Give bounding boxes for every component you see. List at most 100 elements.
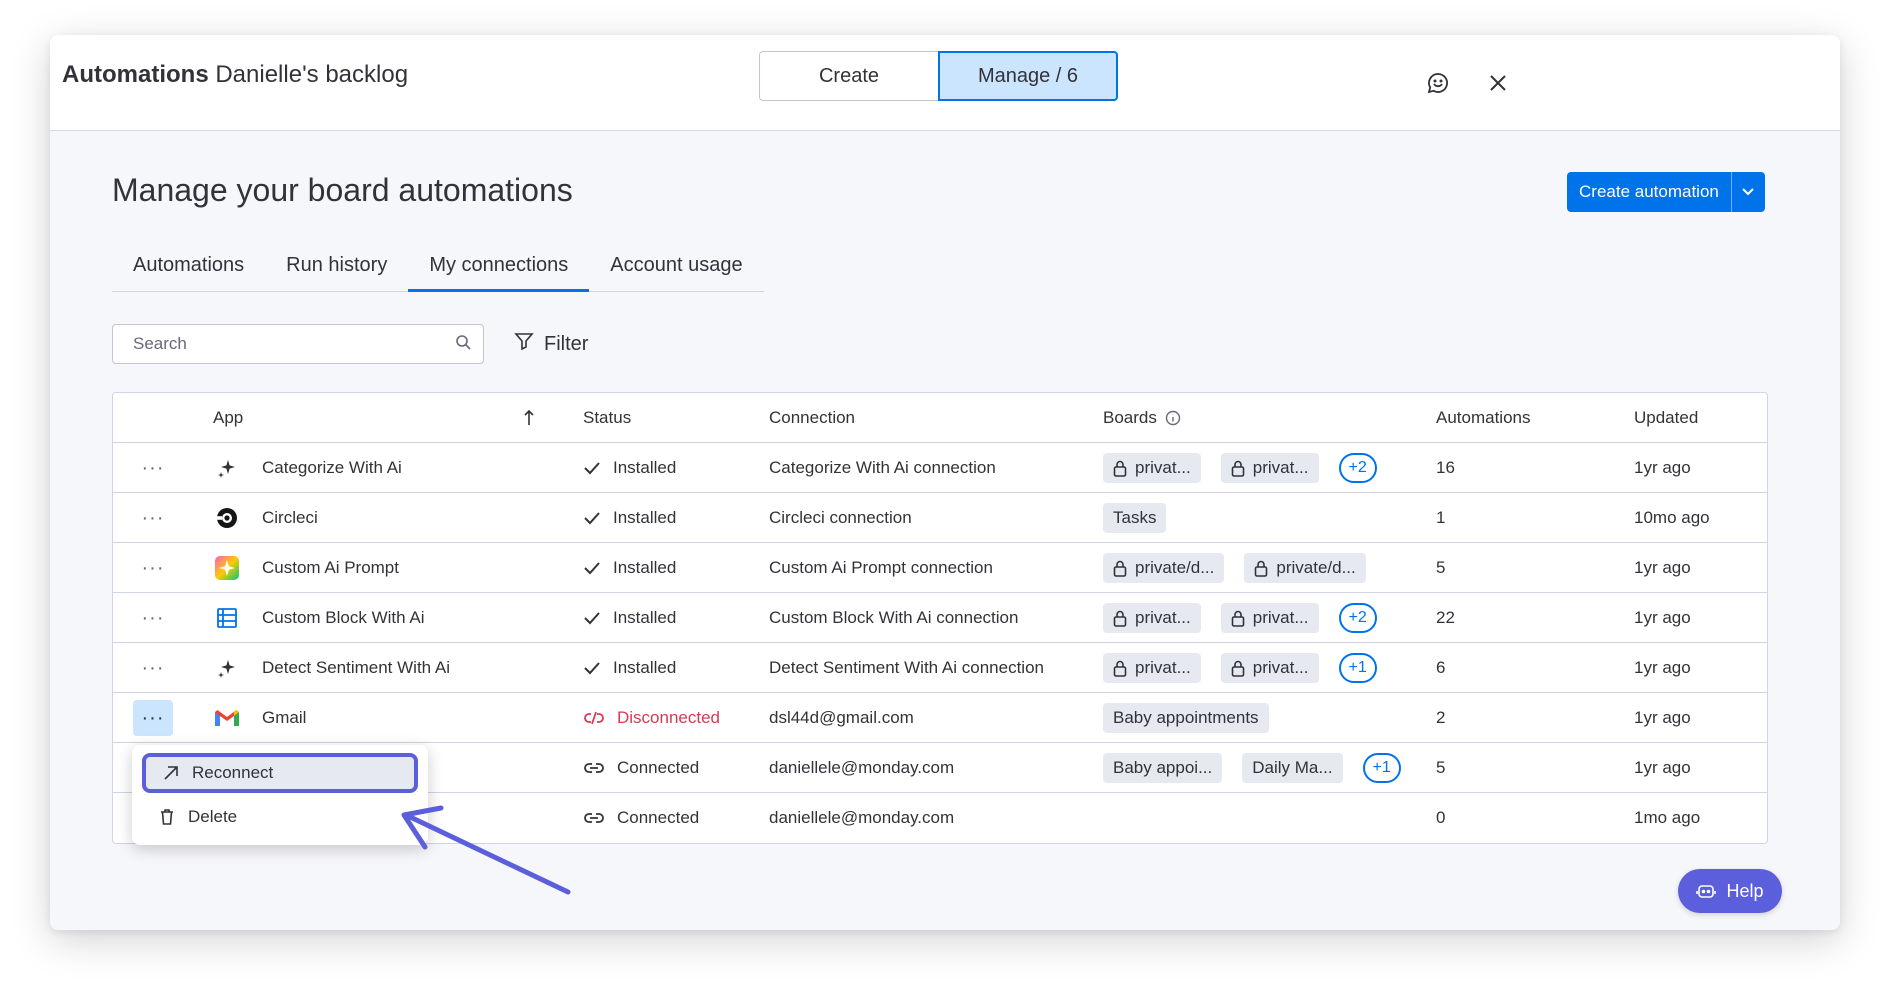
connection-name: Custom Block With Ai connection [769, 608, 1019, 627]
board-chip[interactable]: Baby appointments [1103, 703, 1269, 733]
delete-menu-item[interactable]: Delete [142, 797, 418, 837]
app-name: Gmail [262, 708, 307, 727]
column-status[interactable]: Status [583, 393, 631, 443]
more-boards-badge[interactable]: +1 [1362, 753, 1401, 783]
table-row[interactable]: ··· Gmail Disconnected dsl44d@gmail.com Baby… [113, 693, 1767, 743]
reconnect-label: Reconnect [192, 763, 274, 782]
search-box [112, 324, 484, 364]
sort-arrow-icon[interactable] [523, 393, 535, 443]
status-text: Connected [617, 758, 700, 777]
page-title: Manage your board automations [112, 172, 573, 208]
manage-mode-button[interactable]: Manage / 6 [938, 51, 1118, 101]
board-chip-label: Tasks [1113, 508, 1157, 527]
connection-name: Categorize With Ai connection [769, 458, 996, 477]
link-icon [584, 813, 604, 823]
automations-count: 5 [1436, 558, 1446, 577]
create-mode-button[interactable]: Create [759, 51, 939, 101]
column-automations[interactable]: Automations [1436, 393, 1531, 443]
column-connection[interactable]: Connection [769, 393, 855, 443]
automations-count: 16 [1436, 458, 1455, 477]
gmail-icon [213, 693, 241, 743]
board-chip-label: privat... [1252, 658, 1309, 677]
board-chip[interactable]: Baby appoi... [1103, 753, 1223, 783]
sparkle-icon [213, 643, 241, 693]
delete-label: Delete [188, 807, 238, 826]
row-actions-button[interactable]: ··· [133, 593, 173, 643]
row-actions-button[interactable]: ··· [133, 700, 173, 736]
connection-name: daniellele@monday.com [769, 808, 955, 827]
board-chip[interactable]: private/d... [1103, 553, 1225, 583]
row-actions-button[interactable]: ··· [133, 643, 173, 693]
more-boards-badge[interactable]: +2 [1338, 603, 1377, 633]
table-row[interactable]: ··· Circleci Installed Circleci connection T… [113, 493, 1767, 543]
create-automation-label[interactable]: Create automation [1567, 172, 1732, 212]
link-icon [584, 763, 604, 773]
board-chip[interactable]: privat... [1103, 453, 1201, 483]
boards-cell: privat... privat... +1 [1103, 643, 1377, 693]
boards-cell: Tasks [1103, 493, 1167, 543]
boards-cell: Baby appointments [1103, 693, 1269, 743]
column-app[interactable]: App [213, 393, 243, 443]
more-boards-badge[interactable]: +1 [1338, 653, 1377, 683]
column-updated[interactable]: Updated [1634, 393, 1698, 443]
updated-time: 1yr ago [1634, 558, 1691, 577]
row-actions-button[interactable]: ··· [133, 543, 173, 593]
automations-count: 0 [1436, 808, 1446, 827]
automations-count: 5 [1436, 758, 1446, 777]
help-button[interactable]: Help [1678, 869, 1782, 913]
status-cell: Installed [583, 493, 676, 543]
connection-name: Circleci connection [769, 508, 912, 527]
row-actions-button[interactable]: ··· [133, 443, 173, 493]
reconnect-menu-item[interactable]: Reconnect [142, 753, 418, 793]
board-chip[interactable]: privat... [1220, 653, 1319, 683]
column-boards[interactable]: Boards [1103, 393, 1181, 443]
table-row[interactable]: ··· Categorize With Ai Installed Categorize… [113, 443, 1767, 493]
search-icon[interactable] [455, 334, 471, 355]
search-input[interactable] [133, 334, 455, 354]
tabs: Automations Run history My connections A… [112, 250, 764, 292]
create-automation-button[interactable]: Create automation [1567, 172, 1765, 212]
lock-icon [1113, 610, 1127, 627]
status-cell: Connected [583, 793, 699, 843]
help-label: Help [1726, 880, 1764, 901]
row-actions-button[interactable]: ··· [133, 493, 173, 543]
board-chip[interactable]: privat... [1220, 603, 1319, 633]
app-name: Custom Block With Ai [262, 608, 425, 627]
updated-time: 1yr ago [1634, 708, 1691, 727]
close-icon[interactable] [1478, 63, 1518, 103]
board-chip[interactable]: private/d... [1244, 553, 1366, 583]
lock-icon [1113, 560, 1127, 577]
connection-name: Custom Ai Prompt connection [769, 558, 993, 577]
board-chip[interactable]: Daily Ma... [1242, 753, 1343, 783]
board-chip[interactable]: privat... [1103, 603, 1201, 633]
tab-account-usage[interactable]: Account usage [589, 250, 763, 292]
board-name: Danielle's backlog [215, 61, 409, 88]
feedback-icon[interactable] [1418, 63, 1458, 103]
tab-automations[interactable]: Automations [112, 250, 265, 292]
automations-count: 2 [1436, 708, 1446, 727]
automations-count: 6 [1436, 658, 1446, 677]
board-chip[interactable]: privat... [1220, 453, 1319, 483]
status-cell: Installed [583, 593, 676, 643]
status-text: Installed [613, 658, 677, 677]
more-boards-badge[interactable]: +2 [1338, 453, 1377, 483]
table-row[interactable]: ··· Custom Ai Prompt Installed Custom Ai Pr… [113, 543, 1767, 593]
arrow-up-right-icon [164, 766, 178, 780]
table-row[interactable]: ··· Custom Block With Ai Installed Custom B… [113, 593, 1767, 643]
ai-prompt-icon [213, 543, 241, 593]
chevron-down-icon[interactable] [1732, 172, 1765, 212]
board-chip[interactable]: Tasks [1103, 503, 1167, 533]
table-header: App Status Connection Boards Automations… [113, 393, 1767, 443]
status-cell: Disconnected [583, 693, 720, 743]
filter-button[interactable]: Filter [514, 324, 588, 364]
trash-icon [161, 809, 173, 825]
tab-run-history[interactable]: Run history [265, 250, 408, 292]
table-row[interactable]: ··· Detect Sentiment With Ai Installed Dete… [113, 643, 1767, 693]
app-name: Circleci [262, 508, 318, 527]
tab-my-connections[interactable]: My connections [408, 250, 590, 292]
lock-icon [1113, 660, 1127, 677]
status-cell: Installed [583, 443, 676, 493]
column-boards-label: Boards [1103, 408, 1157, 427]
board-chip[interactable]: privat... [1103, 653, 1201, 683]
board-chip-label: private/d... [1135, 558, 1215, 577]
